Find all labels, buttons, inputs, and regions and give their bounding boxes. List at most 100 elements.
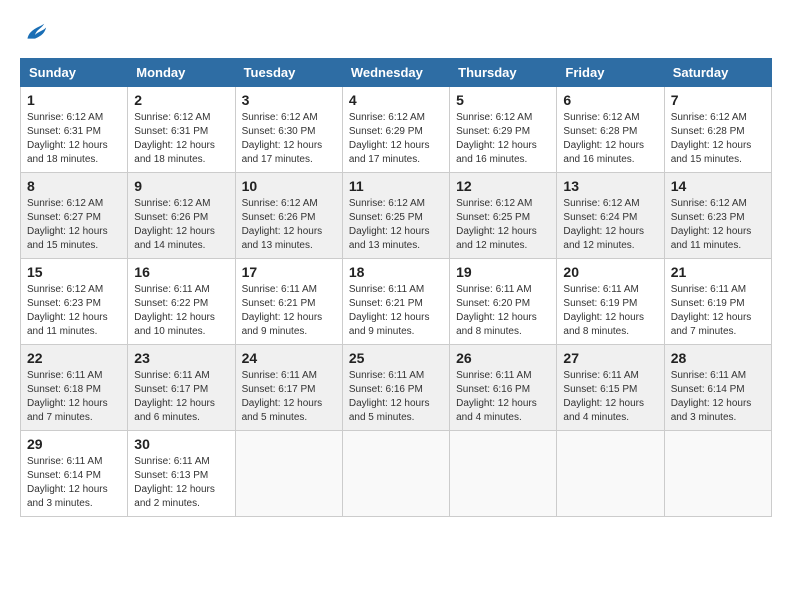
calendar-cell: 24 Sunrise: 6:11 AM Sunset: 6:17 PM Dayli… [235, 345, 342, 431]
day-number: 21 [671, 264, 765, 280]
day-info: Sunrise: 6:11 AM Sunset: 6:17 PM Dayligh… [134, 369, 228, 425]
day-number: 17 [242, 264, 336, 280]
calendar-cell: 20 Sunrise: 6:11 AM Sunset: 6:19 PM Dayli… [557, 259, 664, 345]
day-number: 10 [242, 178, 336, 194]
calendar-cell: 7Sunrise: 6:12 AM Sunset: 6:28 PM Daylig… [664, 87, 771, 173]
calendar-week-row: 1 Sunrise: 6:12 AM Sunset: 6:31 PM Daylig… [21, 87, 772, 173]
calendar-table: Sunday Monday Tuesday Wednesday Thursday… [20, 58, 772, 517]
day-info: Sunrise: 6:12 AM Sunset: 6:24 PM Dayligh… [563, 197, 657, 253]
day-number: 16 [134, 264, 228, 280]
calendar-cell: 5 Sunrise: 6:12 AM Sunset: 6:29 PM Daylig… [450, 87, 557, 173]
day-number: 12 [456, 178, 550, 194]
day-info: Sunrise: 6:11 AM Sunset: 6:15 PM Dayligh… [563, 369, 657, 425]
calendar-cell: 2 Sunrise: 6:12 AM Sunset: 6:31 PM Daylig… [128, 87, 235, 173]
day-number: 23 [134, 350, 228, 366]
day-number: 6 [563, 92, 657, 108]
day-number: 24 [242, 350, 336, 366]
day-info: Sunrise: 6:11 AM Sunset: 6:13 PM Dayligh… [134, 455, 228, 511]
day-info: Sunrise: 6:12 AM Sunset: 6:23 PM Dayligh… [27, 283, 121, 339]
day-info: Sunrise: 6:11 AM Sunset: 6:21 PM Dayligh… [349, 283, 443, 339]
col-friday: Friday [557, 59, 664, 87]
day-info: Sunrise: 6:11 AM Sunset: 6:19 PM Dayligh… [671, 283, 765, 339]
day-info: Sunrise: 6:11 AM Sunset: 6:14 PM Dayligh… [671, 369, 765, 425]
logo [20, 20, 52, 48]
col-monday: Monday [128, 59, 235, 87]
day-number: 15 [27, 264, 121, 280]
day-info: Sunrise: 6:12 AM Sunset: 6:28 PM Dayligh… [671, 111, 765, 167]
day-info: Sunrise: 6:11 AM Sunset: 6:18 PM Dayligh… [27, 369, 121, 425]
day-number: 27 [563, 350, 657, 366]
col-saturday: Saturday [664, 59, 771, 87]
day-info: Sunrise: 6:11 AM Sunset: 6:19 PM Dayligh… [563, 283, 657, 339]
calendar-week-row: 22 Sunrise: 6:11 AM Sunset: 6:18 PM Dayli… [21, 345, 772, 431]
day-info: Sunrise: 6:11 AM Sunset: 6:22 PM Dayligh… [134, 283, 228, 339]
calendar-week-row: 8 Sunrise: 6:12 AM Sunset: 6:27 PM Daylig… [21, 173, 772, 259]
calendar-cell: 30 Sunrise: 6:11 AM Sunset: 6:13 PM Dayli… [128, 431, 235, 517]
day-number: 22 [27, 350, 121, 366]
calendar-cell: 18 Sunrise: 6:11 AM Sunset: 6:21 PM Dayli… [342, 259, 449, 345]
calendar-cell: 6 Sunrise: 6:12 AM Sunset: 6:28 PM Daylig… [557, 87, 664, 173]
calendar-cell: 25 Sunrise: 6:11 AM Sunset: 6:16 PM Dayli… [342, 345, 449, 431]
day-number: 25 [349, 350, 443, 366]
day-number: 20 [563, 264, 657, 280]
calendar-cell: 12 Sunrise: 6:12 AM Sunset: 6:25 PM Dayli… [450, 173, 557, 259]
day-number: 18 [349, 264, 443, 280]
calendar-cell: 1 Sunrise: 6:12 AM Sunset: 6:31 PM Daylig… [21, 87, 128, 173]
day-info: Sunrise: 6:12 AM Sunset: 6:31 PM Dayligh… [134, 111, 228, 167]
calendar-cell: 17 Sunrise: 6:11 AM Sunset: 6:21 PM Dayli… [235, 259, 342, 345]
calendar-cell: 19 Sunrise: 6:11 AM Sunset: 6:20 PM Dayli… [450, 259, 557, 345]
calendar-cell: 27 Sunrise: 6:11 AM Sunset: 6:15 PM Dayli… [557, 345, 664, 431]
page-header [20, 20, 772, 48]
logo-icon [20, 20, 48, 48]
calendar-cell [557, 431, 664, 517]
calendar-cell [450, 431, 557, 517]
day-number: 19 [456, 264, 550, 280]
day-info: Sunrise: 6:11 AM Sunset: 6:20 PM Dayligh… [456, 283, 550, 339]
day-number: 1 [27, 92, 121, 108]
calendar-cell: 9 Sunrise: 6:12 AM Sunset: 6:26 PM Daylig… [128, 173, 235, 259]
day-number: 30 [134, 436, 228, 452]
day-info: Sunrise: 6:12 AM Sunset: 6:23 PM Dayligh… [671, 197, 765, 253]
day-info: Sunrise: 6:12 AM Sunset: 6:26 PM Dayligh… [134, 197, 228, 253]
calendar-cell: 11 Sunrise: 6:12 AM Sunset: 6:25 PM Dayli… [342, 173, 449, 259]
col-thursday: Thursday [450, 59, 557, 87]
calendar-cell: 15 Sunrise: 6:12 AM Sunset: 6:23 PM Dayli… [21, 259, 128, 345]
calendar-cell: 22 Sunrise: 6:11 AM Sunset: 6:18 PM Dayli… [21, 345, 128, 431]
col-tuesday: Tuesday [235, 59, 342, 87]
day-info: Sunrise: 6:11 AM Sunset: 6:14 PM Dayligh… [27, 455, 121, 511]
day-info: Sunrise: 6:11 AM Sunset: 6:17 PM Dayligh… [242, 369, 336, 425]
calendar-cell: 29 Sunrise: 6:11 AM Sunset: 6:14 PM Dayli… [21, 431, 128, 517]
day-number: 29 [27, 436, 121, 452]
calendar-cell: 14 Sunrise: 6:12 AM Sunset: 6:23 PM Dayli… [664, 173, 771, 259]
day-number: 11 [349, 178, 443, 194]
calendar-cell [342, 431, 449, 517]
day-info: Sunrise: 6:12 AM Sunset: 6:28 PM Dayligh… [563, 111, 657, 167]
day-info: Sunrise: 6:12 AM Sunset: 6:25 PM Dayligh… [456, 197, 550, 253]
day-info: Sunrise: 6:12 AM Sunset: 6:31 PM Dayligh… [27, 111, 121, 167]
calendar-week-row: 15 Sunrise: 6:12 AM Sunset: 6:23 PM Dayli… [21, 259, 772, 345]
day-info: Sunrise: 6:11 AM Sunset: 6:21 PM Dayligh… [242, 283, 336, 339]
day-number: 5 [456, 92, 550, 108]
day-number: 13 [563, 178, 657, 194]
day-number: 8 [27, 178, 121, 194]
calendar-cell: 21 Sunrise: 6:11 AM Sunset: 6:19 PM Dayli… [664, 259, 771, 345]
day-number: 26 [456, 350, 550, 366]
calendar-cell: 28 Sunrise: 6:11 AM Sunset: 6:14 PM Dayli… [664, 345, 771, 431]
calendar-week-row: 29 Sunrise: 6:11 AM Sunset: 6:14 PM Dayli… [21, 431, 772, 517]
day-info: Sunrise: 6:12 AM Sunset: 6:29 PM Dayligh… [456, 111, 550, 167]
calendar-cell: 23 Sunrise: 6:11 AM Sunset: 6:17 PM Dayli… [128, 345, 235, 431]
calendar-cell: 3Sunrise: 6:12 AM Sunset: 6:30 PM Daylig… [235, 87, 342, 173]
calendar-cell: 13 Sunrise: 6:12 AM Sunset: 6:24 PM Dayli… [557, 173, 664, 259]
day-info: Sunrise: 6:11 AM Sunset: 6:16 PM Dayligh… [349, 369, 443, 425]
day-number: 14 [671, 178, 765, 194]
calendar-cell: 10Sunrise: 6:12 AM Sunset: 6:26 PM Dayli… [235, 173, 342, 259]
day-number: 9 [134, 178, 228, 194]
calendar-header-row: Sunday Monday Tuesday Wednesday Thursday… [21, 59, 772, 87]
day-info: Sunrise: 6:12 AM Sunset: 6:30 PM Dayligh… [242, 111, 336, 167]
day-number: 2 [134, 92, 228, 108]
day-number: 28 [671, 350, 765, 366]
col-wednesday: Wednesday [342, 59, 449, 87]
day-info: Sunrise: 6:12 AM Sunset: 6:29 PM Dayligh… [349, 111, 443, 167]
day-info: Sunrise: 6:12 AM Sunset: 6:25 PM Dayligh… [349, 197, 443, 253]
day-info: Sunrise: 6:12 AM Sunset: 6:27 PM Dayligh… [27, 197, 121, 253]
